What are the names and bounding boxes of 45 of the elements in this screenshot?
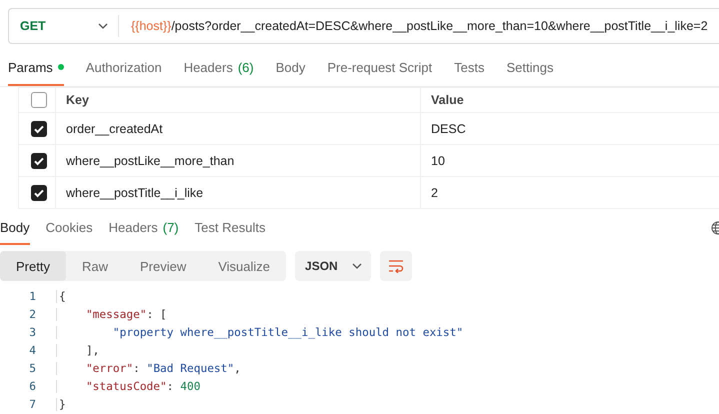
url-field[interactable]: {{host}}/posts?order__createdAt=DESC&where__postLike__more_than=10&where__postTitle__i_like=2 [119,19,708,33]
line-number: 5 [28,362,37,374]
checkbox[interactable] [31,120,47,136]
line-number: 6 [28,380,37,392]
code-line: "error": "Bad Request", [56,362,241,374]
code-line: ], [56,344,100,356]
column-header: Key [56,88,420,112]
code-line: { [56,290,66,302]
code-line: } [56,398,66,410]
request-tab[interactable]: Pre-request Script [327,50,432,86]
view-mode-tab[interactable]: Pretty [0,251,66,281]
response-tab[interactable]: Cookies [46,211,93,245]
checkbox[interactable] [31,152,47,168]
code-line: "property where__postTitle__i_like should not exist" [56,326,464,338]
param-key[interactable]: where__postTitle__i_like [56,176,420,208]
request-tab[interactable]: Settings [506,50,554,86]
checkbox[interactable] [31,184,47,200]
wrap-lines-button[interactable] [380,251,412,281]
request-tab[interactable]: Params [8,50,64,86]
line-number: 7 [28,398,37,410]
view-mode-tab[interactable]: Preview [124,251,202,281]
request-tab[interactable]: Headers (6) [184,50,254,86]
request-tab[interactable]: Authorization [86,50,162,86]
request-tab[interactable]: Body [276,50,306,86]
request-tab[interactable]: Tests [454,50,484,86]
line-number: 4 [28,344,37,356]
caret-icon [98,23,108,29]
line-number: 1 [28,290,37,302]
param-key[interactable]: order__createdAt [56,112,420,144]
param-key[interactable]: where__postLike__more_than [56,144,420,176]
caret-icon [352,263,362,269]
response-tab[interactable]: Test Results [194,211,266,245]
method-dropdown[interactable]: GET [9,15,119,37]
response-tab[interactable]: Body [0,211,30,245]
wrap-lines-icon [388,259,404,273]
view-mode-tab[interactable]: Raw [66,251,124,281]
format-dropdown[interactable]: JSON [295,251,372,281]
line-number: 3 [28,326,37,338]
view-mode-tab[interactable]: Visualize [202,251,286,281]
response-tab[interactable]: Headers (7) [108,211,179,245]
checkbox[interactable] [31,92,47,108]
code-line: "message": [ [56,308,167,320]
column-header: Value [420,88,719,112]
code-line: "statusCode": 400 [56,380,200,392]
line-number: 2 [28,308,37,320]
